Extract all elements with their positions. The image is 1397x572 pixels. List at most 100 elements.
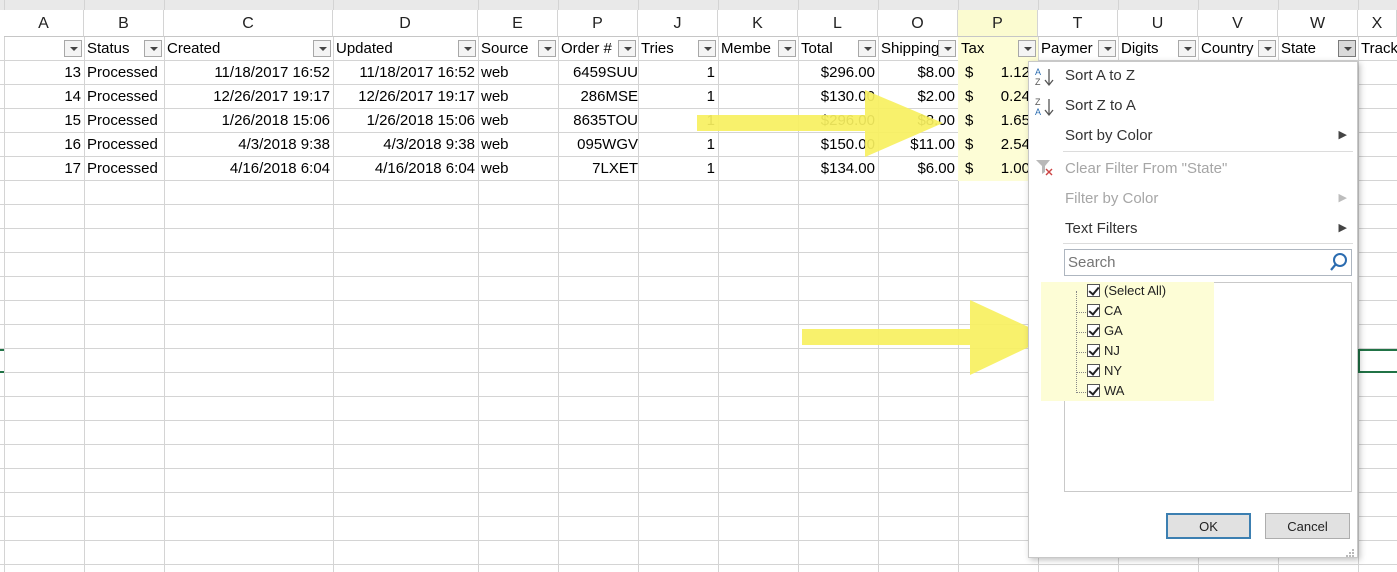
filter-dropdown-button[interactable]	[778, 40, 796, 57]
header-state: State	[1281, 40, 1317, 57]
cell-id[interactable]: 13	[4, 61, 84, 85]
state-wa-checkbox[interactable]	[1087, 384, 1100, 397]
ok-button[interactable]: OK	[1166, 513, 1251, 539]
column-header-e[interactable]: E	[478, 10, 558, 37]
filter-dropdown-button[interactable]	[313, 40, 331, 57]
resize-grip-icon[interactable]	[1345, 545, 1355, 557]
column-header-p[interactable]: P	[958, 10, 1038, 37]
column-header-o[interactable]: O	[878, 10, 958, 37]
cell-status[interactable]: Processed	[84, 85, 164, 109]
filter-dropdown-button[interactable]	[858, 40, 876, 57]
column-header-c[interactable]: C	[164, 10, 333, 37]
text-filters-item[interactable]: Text Filters	[1065, 218, 1138, 240]
header-country: Country	[1201, 40, 1254, 57]
filter-dropdown-button[interactable]	[144, 40, 162, 57]
filter-dropdown-button[interactable]	[1258, 40, 1276, 57]
column-header-w[interactable]: W	[1278, 10, 1358, 37]
cell-order[interactable]: 6459SUU	[558, 61, 638, 85]
state-nj-checkbox[interactable]	[1087, 344, 1100, 357]
cell-created[interactable]: 4/3/2018 9:38	[164, 133, 333, 157]
menu-separator	[1063, 151, 1353, 152]
cell-status[interactable]: Processed	[84, 133, 164, 157]
cell-source[interactable]: web	[478, 61, 558, 85]
state-ny-checkbox[interactable]	[1087, 364, 1100, 377]
cell-id[interactable]: 15	[4, 109, 84, 133]
cell-created[interactable]: 11/18/2017 16:52	[164, 61, 333, 85]
cancel-button[interactable]: Cancel	[1265, 513, 1350, 539]
cell-order[interactable]: 286MSE	[558, 85, 638, 109]
cell-tax[interactable]: 1.65	[980, 109, 1030, 133]
cell-source[interactable]: web	[478, 133, 558, 157]
filter-dropdown-button[interactable]	[618, 40, 636, 57]
cell-updated[interactable]: 4/3/2018 9:38	[333, 133, 478, 157]
cell-tax[interactable]: 1.00	[980, 157, 1030, 181]
cell-shipping[interactable]: $8.00	[878, 61, 958, 85]
filter-dropdown-button[interactable]	[698, 40, 716, 57]
cell-tax[interactable]: 0.24	[980, 85, 1030, 109]
column-header-b[interactable]: B	[84, 10, 164, 37]
cell-tax-symbol[interactable]: $	[961, 109, 981, 133]
cell-order[interactable]: 095WGV	[558, 133, 638, 157]
cell-tax-symbol[interactable]: $	[961, 133, 981, 157]
cell-tax-symbol[interactable]: $	[961, 85, 981, 109]
cell-order[interactable]: 7LXET	[558, 157, 638, 181]
cell-created[interactable]: 4/16/2018 6:04	[164, 157, 333, 181]
header-status: Status	[87, 40, 130, 57]
filter-dropdown-button[interactable]	[458, 40, 476, 57]
state-filter-dropdown-button[interactable]	[1338, 40, 1356, 57]
cell-tax[interactable]: 1.12	[980, 61, 1030, 85]
column-header-f[interactable]: P	[558, 10, 638, 37]
filter-search-input[interactable]	[1064, 249, 1352, 276]
filter-dropdown-button[interactable]	[1098, 40, 1116, 57]
state-filter-menu: A Z Sort A to Z Z A Sort Z to A Sort by …	[1028, 61, 1358, 558]
cell-order[interactable]: 8635TOU	[558, 109, 638, 133]
state-ca-checkbox[interactable]	[1087, 304, 1100, 317]
search-icon[interactable]	[1329, 252, 1349, 272]
header-total: Total	[801, 40, 833, 57]
cell-id[interactable]: 14	[4, 85, 84, 109]
column-header-j[interactable]: J	[638, 10, 718, 37]
filter-dropdown-button[interactable]	[1178, 40, 1196, 57]
cell-updated[interactable]: 12/26/2017 19:17	[333, 85, 478, 109]
cell-tries[interactable]: 1	[638, 61, 718, 85]
header-member: Membe	[721, 40, 772, 57]
cell-status[interactable]: Processed	[84, 157, 164, 181]
cell-id[interactable]: 17	[4, 157, 84, 181]
cell-status[interactable]: Processed	[84, 109, 164, 133]
filter-dropdown-button[interactable]	[1018, 40, 1036, 57]
sort-z-to-a-item[interactable]: Sort Z to A	[1065, 95, 1136, 117]
filter-dropdown-button[interactable]	[64, 40, 82, 57]
cell-updated[interactable]: 4/16/2018 6:04	[333, 157, 478, 181]
filter-dropdown-button[interactable]	[938, 40, 956, 57]
svg-text:Z: Z	[1035, 97, 1041, 107]
tree-connector	[1076, 312, 1086, 313]
column-header-d[interactable]: D	[333, 10, 478, 37]
state-ga-checkbox[interactable]	[1087, 324, 1100, 337]
column-header-l[interactable]: L	[798, 10, 878, 37]
sort-by-color-item[interactable]: Sort by Color	[1065, 125, 1153, 147]
cell-created[interactable]: 1/26/2018 15:06	[164, 109, 333, 133]
column-header-x[interactable]: X	[1358, 10, 1397, 37]
column-header-k[interactable]: K	[718, 10, 798, 37]
cell-updated[interactable]: 11/18/2017 16:52	[333, 61, 478, 85]
cell-source[interactable]: web	[478, 109, 558, 133]
filter-by-color-item[interactable]: Filter by Color	[1065, 188, 1158, 210]
cell-total[interactable]: $296.00	[798, 61, 878, 85]
cell-status[interactable]: Processed	[84, 61, 164, 85]
filter-dropdown-button[interactable]	[538, 40, 556, 57]
cell-tax-symbol[interactable]: $	[961, 157, 981, 181]
cell-created[interactable]: 12/26/2017 19:17	[164, 85, 333, 109]
column-header-u[interactable]: U	[1118, 10, 1198, 37]
column-header-a[interactable]: A	[4, 10, 84, 37]
cell-id[interactable]: 16	[4, 133, 84, 157]
cell-source[interactable]: web	[478, 157, 558, 181]
column-header-t[interactable]: T	[1038, 10, 1118, 37]
cell-tax-symbol[interactable]: $	[961, 61, 981, 85]
cell-updated[interactable]: 1/26/2018 15:06	[333, 109, 478, 133]
sort-a-to-z-item[interactable]: Sort A to Z	[1065, 65, 1135, 87]
column-header-v[interactable]: V	[1198, 10, 1278, 37]
cell-source[interactable]: web	[478, 85, 558, 109]
cell-tax[interactable]: 2.54	[980, 133, 1030, 157]
clear-filter-item[interactable]: Clear Filter From "State"	[1065, 158, 1227, 180]
select-all-checkbox[interactable]	[1087, 284, 1100, 297]
